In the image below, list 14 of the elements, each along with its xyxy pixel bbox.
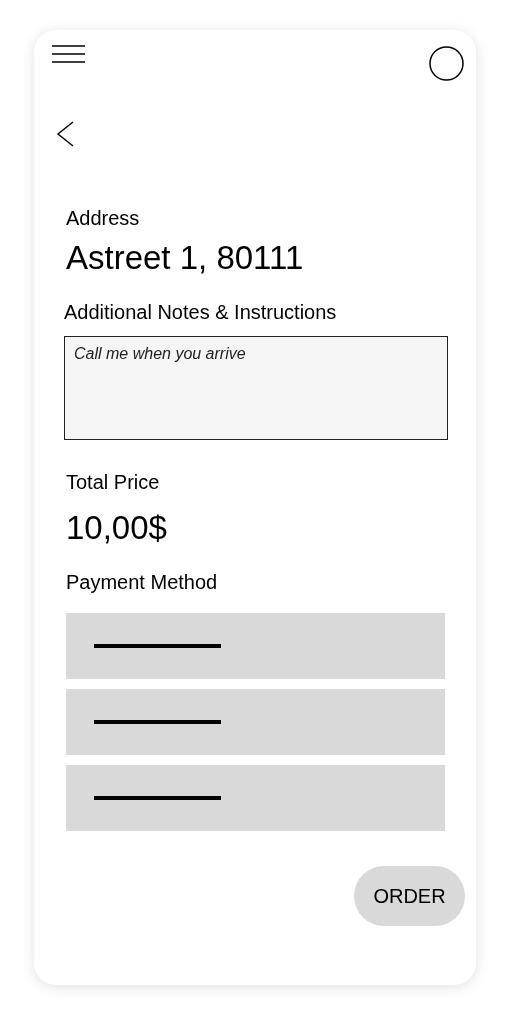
payment-option[interactable]	[66, 613, 445, 679]
order-button[interactable]: ORDER	[354, 866, 465, 926]
menu-icon[interactable]	[52, 45, 85, 63]
profile-circle-icon[interactable]	[429, 46, 464, 81]
total-price-label: Total Price	[66, 470, 160, 494]
payment-option[interactable]	[66, 765, 445, 831]
payment-option[interactable]	[66, 689, 445, 755]
address-value: Astreet 1, 80111	[66, 238, 304, 278]
notes-label: Additional Notes & Instructions	[64, 300, 337, 324]
payment-method-label: Payment Method	[66, 570, 218, 594]
address-label: Address	[66, 206, 140, 230]
total-price-value: 10,00$	[66, 508, 167, 548]
notes-field[interactable]: Call me when you arrive	[64, 336, 448, 440]
back-icon[interactable]	[56, 121, 74, 147]
